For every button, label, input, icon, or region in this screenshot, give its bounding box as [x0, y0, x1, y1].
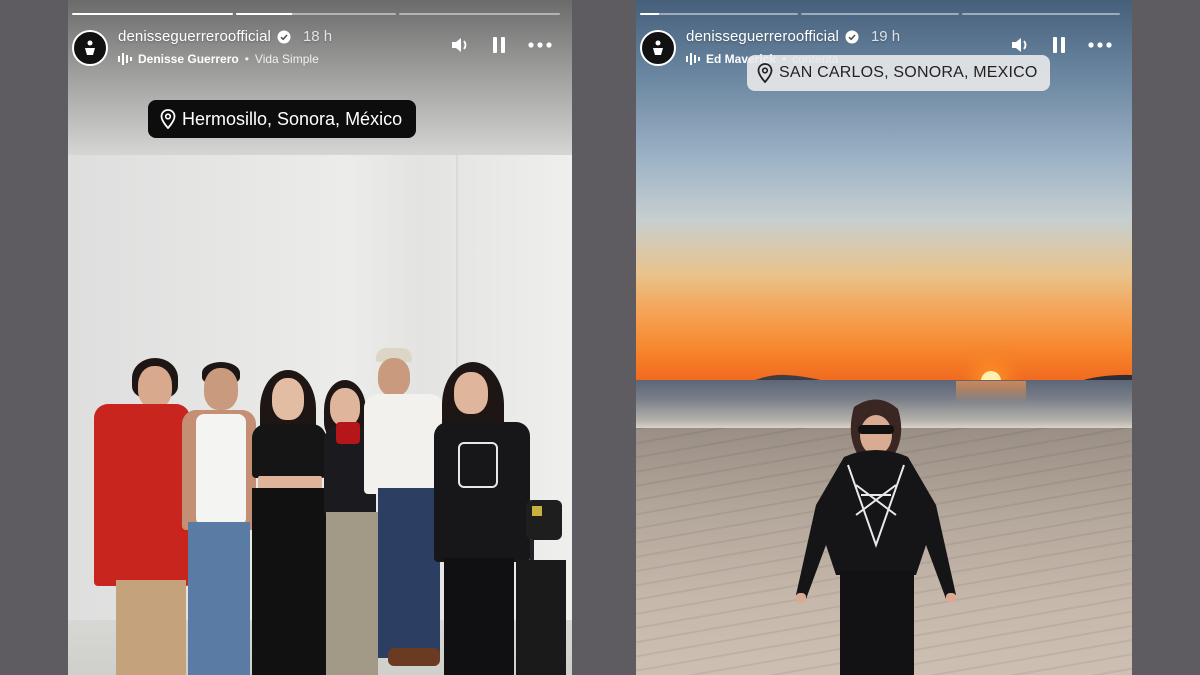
- progress-segment: [235, 13, 397, 15]
- more-icon[interactable]: [528, 42, 552, 48]
- music-bars-icon: [686, 53, 700, 65]
- progress-segment: [72, 13, 233, 15]
- avatar-logo-icon: [653, 40, 663, 55]
- speaker-icon[interactable]: [450, 36, 470, 54]
- music-bars-icon: [118, 53, 132, 65]
- location-sticker[interactable]: SAN CARLOS, SONORA, MEXICO: [747, 55, 1050, 91]
- username-link[interactable]: denisseguerreroofficial: [118, 28, 271, 45]
- location-pin-icon: [757, 63, 773, 83]
- location-pin-icon: [160, 109, 176, 129]
- verified-badge-icon: [277, 30, 291, 43]
- location-label: SAN CARLOS, SONORA, MEXICO: [779, 64, 1038, 81]
- camera-equipment: [516, 500, 566, 675]
- post-time: 19 h: [870, 28, 901, 45]
- music-artist: Denisse Guerrero: [138, 52, 239, 66]
- profile-avatar[interactable]: [72, 30, 108, 66]
- username-link[interactable]: denisseguerreroofficial: [686, 28, 839, 45]
- verified-badge-icon: [845, 30, 859, 43]
- story-progress: [640, 13, 1120, 15]
- progress-segment: [399, 13, 561, 15]
- post-time: 18 h: [302, 28, 333, 45]
- pause-icon[interactable]: [1052, 36, 1066, 54]
- avatar-logo-icon: [85, 40, 95, 55]
- speaker-icon[interactable]: [1010, 36, 1030, 54]
- progress-segment: [962, 13, 1120, 15]
- progress-segment: [640, 13, 798, 15]
- pause-icon[interactable]: [492, 36, 506, 54]
- music-info[interactable]: Denisse Guerrero • Vida Simple: [118, 52, 319, 66]
- person-white-tank: [180, 362, 258, 675]
- story-progress: [72, 13, 561, 15]
- story-hermosillo[interactable]: denisseguerreroofficial 18 h Denisse Gue…: [68, 0, 572, 675]
- woman-on-beach: [796, 399, 956, 675]
- person-red-shirt: [94, 358, 194, 675]
- music-song: Vida Simple: [254, 52, 319, 66]
- progress-segment: [801, 13, 959, 15]
- more-icon[interactable]: [1088, 42, 1112, 48]
- story-header: denisseguerreroofficial 18 h Denisse Gue…: [72, 28, 552, 68]
- location-label: Hermosillo, Sonora, México: [182, 108, 403, 129]
- story-san-carlos[interactable]: denisseguerreroofficial 19 h Ed Maverick…: [636, 0, 1132, 675]
- profile-avatar[interactable]: [640, 30, 676, 66]
- location-sticker[interactable]: Hermosillo, Sonora, México: [148, 100, 417, 138]
- music-separator: •: [244, 52, 249, 66]
